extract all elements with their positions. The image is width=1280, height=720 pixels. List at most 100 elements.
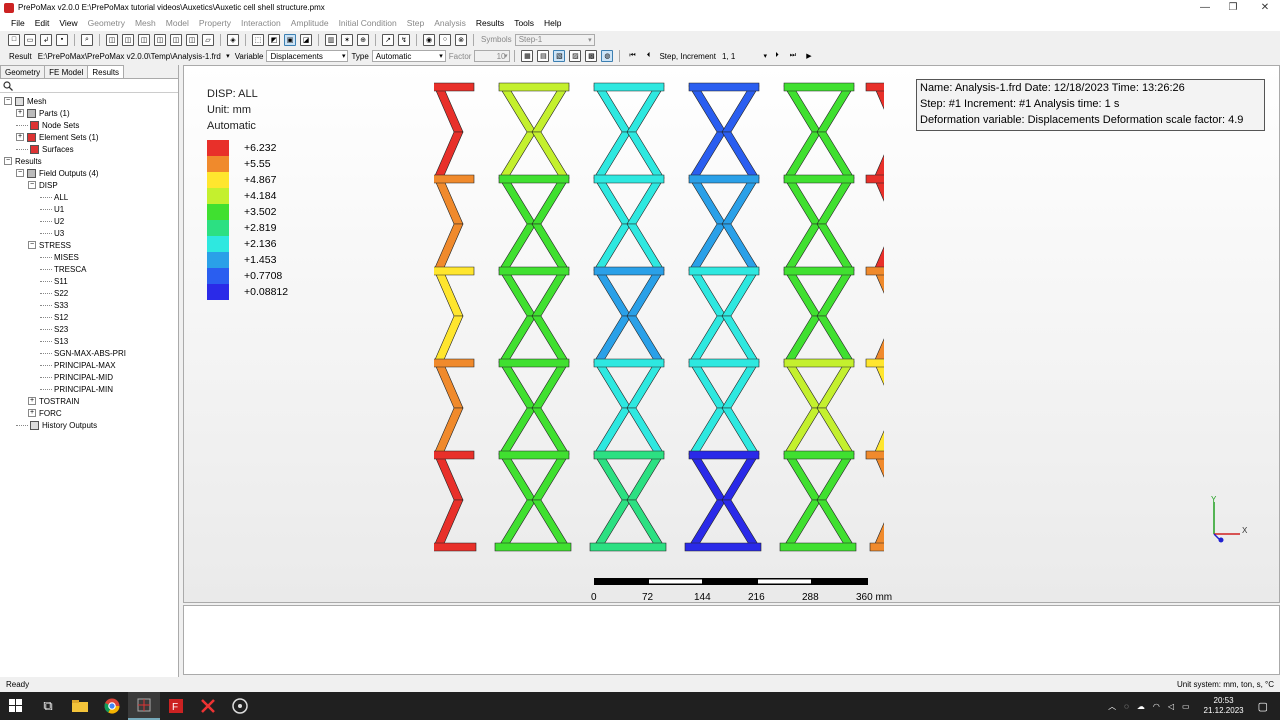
tree-node[interactable]: PRINCIPAL-MAX bbox=[0, 359, 178, 371]
tree-node[interactable]: + FORC bbox=[0, 407, 178, 419]
deformed-color-icon[interactable]: ▧ bbox=[553, 50, 566, 62]
view-top-icon[interactable]: ◫ bbox=[138, 33, 150, 46]
volume-icon[interactable]: ◁ bbox=[1168, 702, 1174, 711]
menu-help[interactable]: Help bbox=[539, 18, 566, 28]
previous-increment-icon[interactable]: ⏴ bbox=[642, 50, 654, 62]
expand-icon[interactable]: + bbox=[16, 109, 24, 117]
last-increment-icon[interactable]: ⏭ bbox=[787, 50, 799, 62]
output-text-panel[interactable] bbox=[183, 605, 1280, 675]
task-view-icon[interactable]: ⧉ bbox=[32, 692, 64, 720]
shaded-icon[interactable]: ◩ bbox=[268, 33, 280, 46]
tree-node[interactable]: S33 bbox=[0, 299, 178, 311]
menu-tools[interactable]: Tools bbox=[509, 18, 539, 28]
auxetic-model[interactable] bbox=[434, 76, 884, 576]
tree-node[interactable]: PRINCIPAL-MIN bbox=[0, 383, 178, 395]
graphics-viewport[interactable]: DISP: ALL Unit: mm Automatic +6.232 +5.55… bbox=[183, 65, 1280, 603]
hide-icon[interactable]: ○ bbox=[439, 33, 451, 46]
taskbar-clock[interactable]: 20:53 21.12.2023 bbox=[1204, 696, 1244, 716]
menu-property[interactable]: Property bbox=[194, 18, 236, 28]
query-icon[interactable]: ⊕ bbox=[357, 33, 369, 46]
next-increment-icon[interactable]: ⏵ bbox=[771, 50, 783, 62]
view-front-icon[interactable]: ◫ bbox=[106, 33, 118, 46]
collapse-icon[interactable]: − bbox=[4, 97, 12, 105]
tree-node[interactable]: ALL bbox=[0, 191, 178, 203]
factor-input[interactable]: 10 bbox=[474, 50, 511, 62]
tab-fe-model[interactable]: FE Model bbox=[44, 65, 89, 78]
onedrive-icon[interactable]: ☁ bbox=[1137, 702, 1145, 711]
collapse-icon[interactable]: − bbox=[4, 157, 12, 165]
minimize-button[interactable]: — bbox=[1190, 0, 1220, 15]
tree-node[interactable]: − STRESS bbox=[0, 239, 178, 251]
tree-node[interactable]: S12 bbox=[0, 311, 178, 323]
tree-node[interactable]: − Results bbox=[0, 155, 178, 167]
deformed-icon[interactable]: ▤ bbox=[537, 50, 550, 62]
tree-node[interactable]: S13 bbox=[0, 335, 178, 347]
wireframe-icon[interactable]: ⬚ bbox=[252, 33, 264, 46]
file-explorer-icon[interactable] bbox=[64, 692, 96, 720]
obs-icon[interactable] bbox=[224, 692, 256, 720]
prepomax-taskbar-icon[interactable] bbox=[128, 692, 160, 720]
menu-mesh[interactable]: Mesh bbox=[130, 18, 161, 28]
tab-geometry[interactable]: Geometry bbox=[0, 65, 46, 78]
freecad-icon[interactable]: F bbox=[160, 692, 192, 720]
variable-select[interactable]: Displacements bbox=[266, 50, 349, 62]
tree-node[interactable]: PRINCIPAL-MID bbox=[0, 371, 178, 383]
section-cut-icon[interactable]: ▥ bbox=[325, 33, 337, 46]
notification-icon[interactable]: ▢ bbox=[1258, 700, 1268, 713]
view-left-icon[interactable]: ◫ bbox=[170, 33, 182, 46]
collapse-icon[interactable]: − bbox=[28, 241, 36, 249]
view-right-icon[interactable]: ◫ bbox=[186, 33, 198, 46]
menu-model[interactable]: Model bbox=[161, 18, 194, 28]
tree-node[interactable]: − Field Outputs (4) bbox=[0, 167, 178, 179]
tray-app-icon[interactable]: ◌ bbox=[1124, 702, 1129, 711]
tree-node[interactable]: S11 bbox=[0, 275, 178, 287]
type-select[interactable]: Automatic bbox=[371, 50, 446, 62]
menu-geometry[interactable]: Geometry bbox=[83, 18, 130, 28]
tree-node[interactable]: SGN-MAX-ABS-PRI bbox=[0, 347, 178, 359]
tree-node[interactable]: U1 bbox=[0, 203, 178, 215]
view-normal-icon[interactable]: ▱ bbox=[202, 33, 214, 46]
tree-node[interactable]: − DISP bbox=[0, 179, 178, 191]
tree-node[interactable]: + Parts (1) bbox=[0, 107, 178, 119]
show-only-icon[interactable]: ⊗ bbox=[455, 33, 467, 46]
explode-icon[interactable]: ✶ bbox=[341, 33, 353, 46]
expand-icon[interactable]: + bbox=[16, 133, 24, 141]
color-contours-icon[interactable]: ▨ bbox=[569, 50, 582, 62]
menu-analysis[interactable]: Analysis bbox=[429, 18, 471, 28]
result-file-select[interactable]: E:\PrePoMax\PrePoMax v2.0.0\Temp\Analysi… bbox=[35, 50, 232, 62]
step-increment-select[interactable]: 1, 1 bbox=[719, 50, 769, 62]
play-icon[interactable]: ▶ bbox=[803, 50, 815, 62]
windows-start-icon[interactable] bbox=[0, 692, 32, 720]
collapse-icon[interactable]: − bbox=[28, 181, 36, 189]
menu-interaction[interactable]: Interaction bbox=[236, 18, 286, 28]
tree-node[interactable]: + Element Sets (1) bbox=[0, 131, 178, 143]
tree-node[interactable]: U2 bbox=[0, 215, 178, 227]
undeformed-icon[interactable]: ▦ bbox=[521, 50, 534, 62]
show-icon[interactable]: ◉ bbox=[423, 33, 435, 46]
isometric-view-icon[interactable]: ◈ bbox=[227, 33, 239, 46]
section-view-icon[interactable]: ◪ bbox=[300, 33, 312, 46]
tree-node[interactable]: MISES bbox=[0, 251, 178, 263]
symbols-select[interactable]: Step-1 bbox=[514, 33, 595, 46]
tree-node[interactable]: − Mesh bbox=[0, 95, 178, 107]
tree-node[interactable]: Node Sets bbox=[0, 119, 178, 131]
tree-node[interactable]: S23 bbox=[0, 323, 178, 335]
tab-results[interactable]: Results bbox=[87, 65, 125, 78]
shaded-edges-icon[interactable]: ▣ bbox=[284, 33, 296, 46]
tray-overflow-icon[interactable]: ︿ bbox=[1108, 701, 1116, 712]
menu-view[interactable]: View bbox=[54, 18, 82, 28]
expand-icon[interactable]: + bbox=[28, 409, 36, 417]
battery-icon[interactable]: ▭ bbox=[1182, 702, 1190, 711]
wifi-icon[interactable]: ◠ bbox=[1153, 702, 1160, 711]
import-icon[interactable]: ↲ bbox=[40, 33, 52, 46]
expand-icon[interactable]: + bbox=[28, 397, 36, 405]
tree-node[interactable]: TRESCA bbox=[0, 263, 178, 275]
animation-settings-icon[interactable]: ◍ bbox=[601, 50, 614, 62]
menu-results[interactable]: Results bbox=[471, 18, 509, 28]
tree-node[interactable]: History Outputs bbox=[0, 419, 178, 431]
new-file-icon[interactable]: □ bbox=[8, 33, 20, 46]
close-button[interactable]: ✕ bbox=[1250, 0, 1280, 15]
restore-button[interactable]: ❐ bbox=[1218, 0, 1248, 15]
menu-initial-condition[interactable]: Initial Condition bbox=[334, 18, 402, 28]
first-increment-icon[interactable]: ⏮ bbox=[626, 50, 638, 62]
